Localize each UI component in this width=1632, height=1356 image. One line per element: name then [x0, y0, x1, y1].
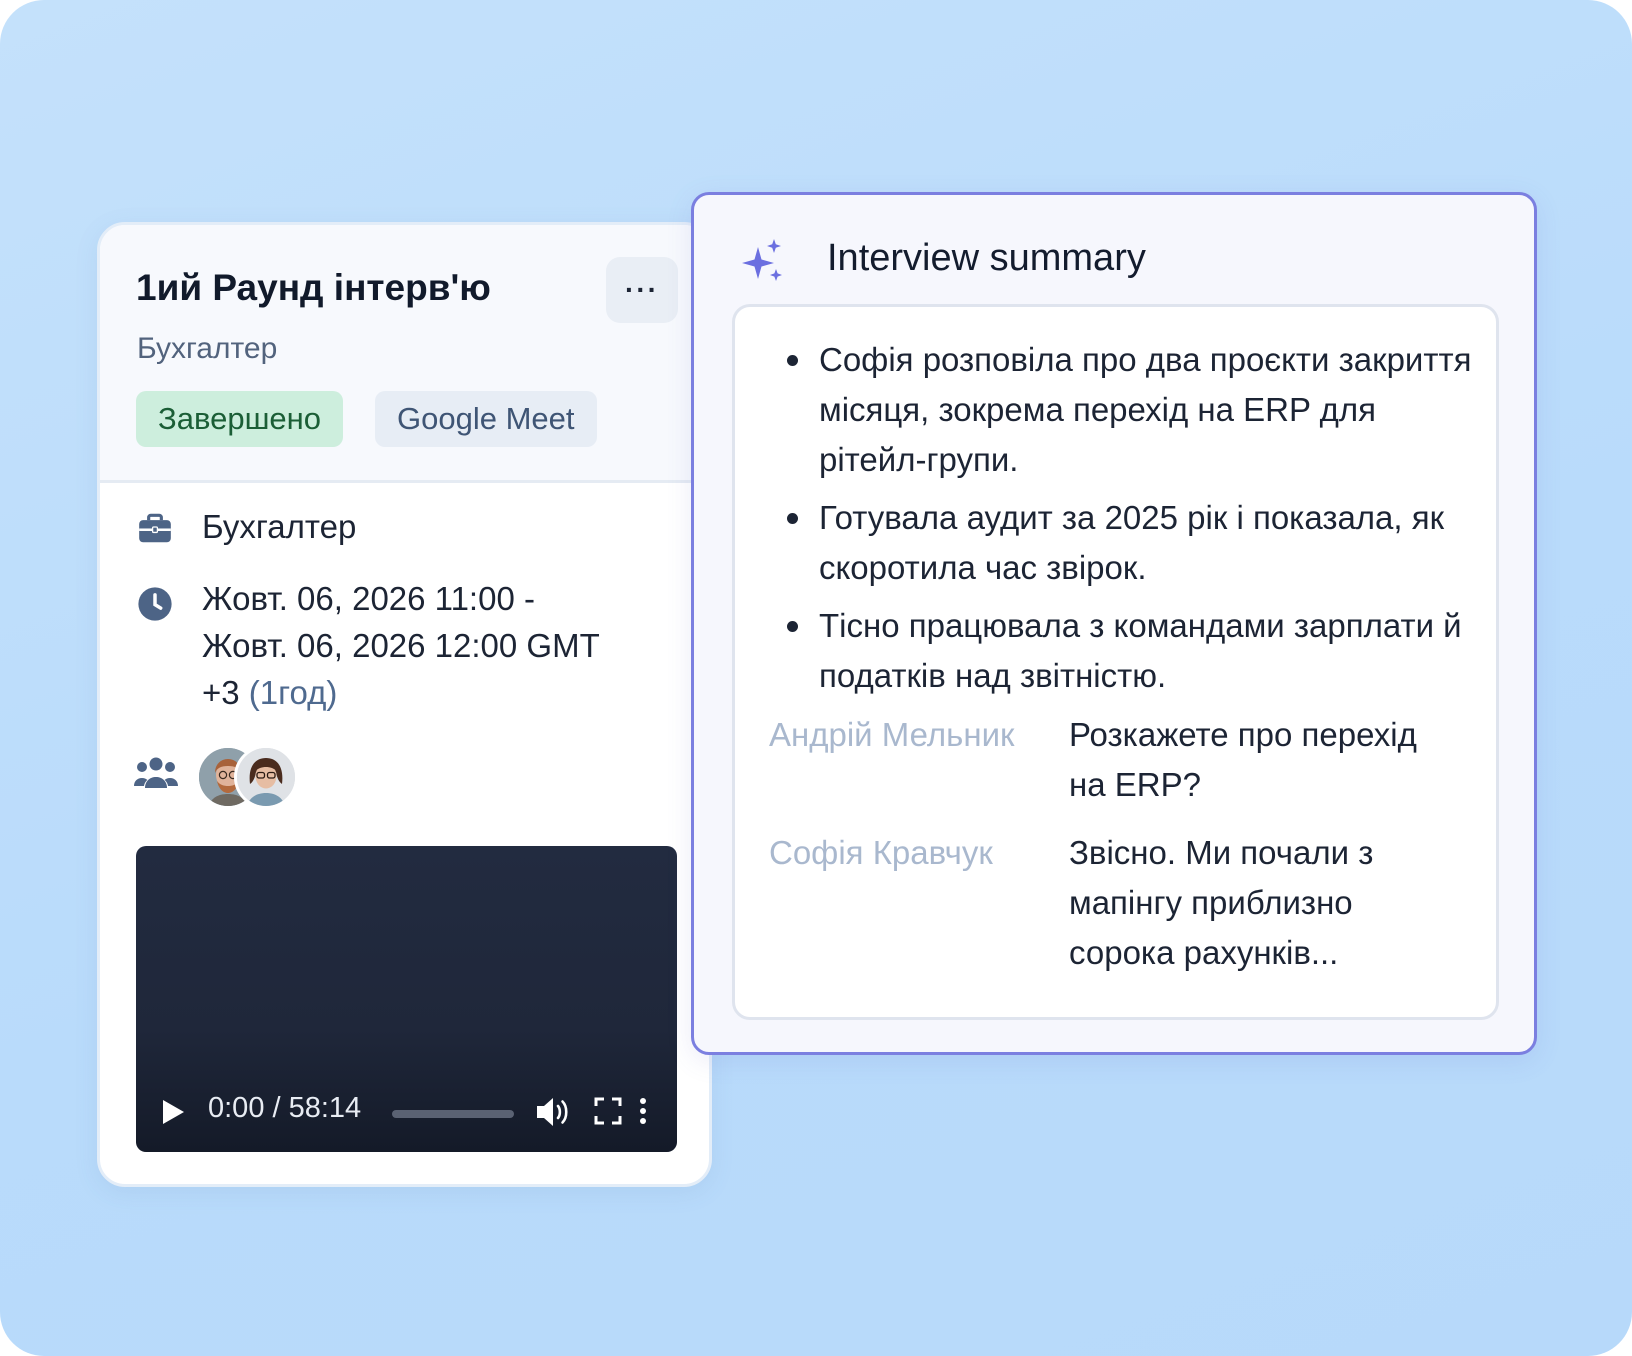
summary-bullet: Софія розповіла про два проєкти закриття…	[783, 335, 1473, 485]
summary-bullets: Софія розповіла про два проєкти закриття…	[783, 335, 1473, 709]
interview-card: 1ий Раунд інтерв'ю ··· Бухгалтер Заверше…	[97, 222, 712, 1187]
time-line-start: Жовт. 06, 2026 11:00 -	[202, 580, 535, 617]
clock-icon	[138, 587, 172, 621]
more-options-button[interactable]: ···	[606, 257, 678, 323]
bullet-dot	[787, 621, 798, 632]
transcript-text: Розкажете про перехід на ERP?	[1069, 716, 1417, 803]
position-text: Бухгалтер	[202, 508, 357, 545]
time-range-text: Жовт. 06, 2026 11:00 - Жовт. 06, 2026 12…	[202, 575, 600, 716]
interview-card-header: 1ий Раунд інтерв'ю ··· Бухгалтер Заверше…	[100, 225, 709, 483]
platform-badge: Google Meet	[375, 391, 597, 447]
summary-content: Софія розповіла про два проєкти закриття…	[732, 304, 1499, 1020]
volume-icon[interactable]	[535, 1094, 573, 1130]
interview-summary-panel: Interview summary Софія розповіла про дв…	[691, 192, 1537, 1055]
avatar[interactable]	[234, 745, 298, 809]
status-badge: Завершено	[136, 391, 344, 447]
interview-subtitle: Бухгалтер	[137, 332, 278, 365]
video-controls: 0:00 / 58:14	[136, 1072, 677, 1152]
sparkle-icon	[742, 239, 782, 281]
background-canvas: 1ий Раунд інтерв'ю ··· Бухгалтер Заверше…	[0, 0, 1632, 1356]
transcript-text: Звісно. Ми почали з мапінгу приблизно со…	[1069, 834, 1374, 971]
video-player[interactable]: 0:00 / 58:14	[136, 846, 677, 1152]
more-vertical-icon[interactable]	[636, 1096, 650, 1126]
time-line-end: Жовт. 06, 2026 12:00 GMT	[202, 627, 600, 664]
summary-bullet: Готувала аудит за 2025 рік і показала, я…	[783, 493, 1473, 593]
users-icon	[134, 757, 178, 788]
more-horizontal-icon: ···	[625, 274, 659, 305]
video-time: 0:00 / 58:14	[208, 1092, 362, 1124]
interview-title: 1ий Раунд інтерв'ю	[136, 267, 491, 308]
avatar-woman-illustration	[237, 748, 295, 806]
transcript-speaker: Софія Кравчук	[769, 834, 993, 871]
transcript-speaker: Андрій Мельник	[769, 716, 1015, 753]
summary-title: Interview summary	[827, 237, 1146, 279]
video-progress-bar[interactable]	[392, 1110, 514, 1118]
duration-text: (1год)	[248, 674, 338, 711]
fullscreen-icon[interactable]	[594, 1096, 622, 1126]
time-line-tz: +3 (1год)	[202, 674, 338, 711]
play-icon[interactable]	[160, 1098, 186, 1126]
bullet-dot	[787, 355, 798, 366]
bullet-dot	[787, 513, 798, 524]
briefcase-icon	[139, 513, 171, 543]
summary-bullet: Тісно працювала з командами зарплати й п…	[783, 601, 1473, 701]
